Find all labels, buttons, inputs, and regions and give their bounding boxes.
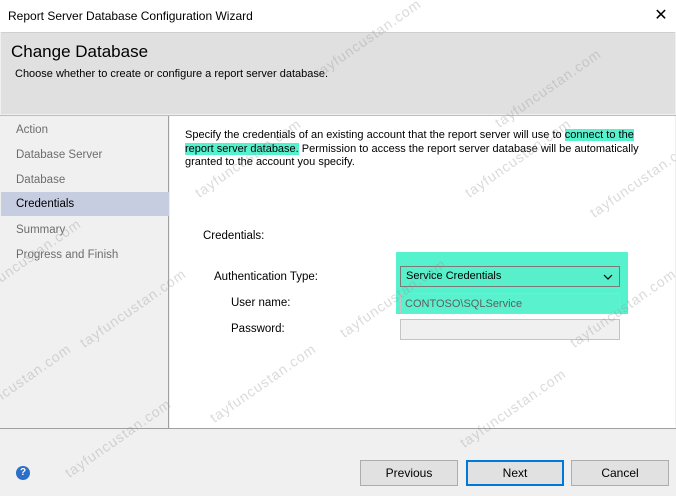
sidebar-item-action[interactable]: Action: [1, 118, 169, 142]
window-title: Report Server Database Configuration Wiz…: [8, 9, 253, 23]
authentication-type-label: Authentication Type:: [214, 271, 318, 283]
sidebar-item-database[interactable]: Database: [1, 168, 169, 192]
sidebar-item-summary[interactable]: Summary: [1, 218, 169, 242]
instructions-text: Specify the credentials of an existing a…: [185, 129, 650, 170]
close-icon[interactable]: ✕: [646, 0, 676, 30]
password-label: Password:: [231, 323, 285, 335]
authentication-type-value: Service Credentials: [406, 270, 502, 282]
chevron-down-icon[interactable]: [601, 268, 615, 286]
credentials-label: Credentials:: [203, 230, 265, 242]
sidebar-item-database-server[interactable]: Database Server: [1, 143, 169, 167]
instructions-text-part1: Specify the credentials of an existing a…: [185, 129, 565, 141]
page-title: Change Database: [11, 42, 149, 61]
username-input[interactable]: [400, 293, 620, 314]
sidebar-item-progress-and-finish[interactable]: Progress and Finish: [1, 243, 169, 267]
wizard-header: Change Database Choose whether to create…: [1, 32, 675, 114]
next-button[interactable]: Next: [466, 460, 564, 486]
help-icon[interactable]: ?: [16, 466, 30, 480]
sidebar-item-credentials[interactable]: Credentials: [1, 192, 169, 216]
cancel-button[interactable]: Cancel: [571, 460, 669, 486]
username-label: User name:: [231, 297, 291, 309]
title-bar: Report Server Database Configuration Wiz…: [0, 0, 676, 32]
wizard-steps-sidebar: Action Database Server Database Credenti…: [1, 116, 169, 428]
previous-button[interactable]: Previous: [360, 460, 458, 486]
footer-divider: [0, 428, 676, 429]
wizard-content-panel: Specify the credentials of an existing a…: [170, 116, 675, 428]
authentication-type-dropdown[interactable]: Service Credentials: [400, 266, 620, 287]
page-subtitle: Choose whether to create or configure a …: [15, 68, 329, 80]
password-input[interactable]: [400, 319, 620, 340]
